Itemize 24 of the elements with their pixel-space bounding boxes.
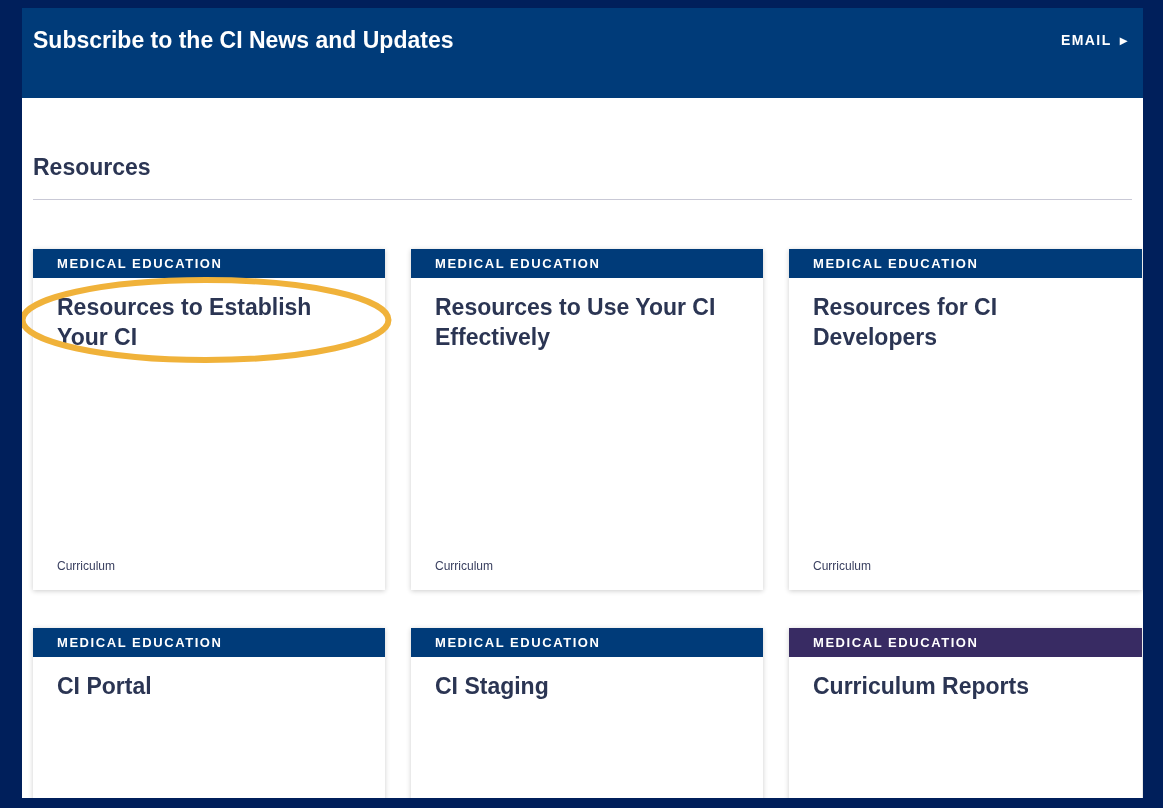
resource-card[interactable]: MEDICAL EDUCATION Curriculum Reports xyxy=(789,628,1142,798)
caret-icon: ▸ xyxy=(1119,30,1128,51)
resource-card[interactable]: MEDICAL EDUCATION CI Portal xyxy=(33,628,385,798)
resource-card[interactable]: MEDICAL EDUCATION Resources to Use Your CI Effectively Curriculum xyxy=(411,249,763,590)
resource-card[interactable]: MEDICAL EDUCATION CI Staging xyxy=(411,628,763,798)
card-title: CI Portal xyxy=(56,672,153,701)
category-tag: MEDICAL EDUCATION xyxy=(789,628,1142,657)
card-title: Resources to Use Your CI Effectively xyxy=(434,293,717,352)
category-tag: MEDICAL EDUCATION xyxy=(789,249,1142,278)
card-footer-label: Curriculum xyxy=(434,558,494,575)
card-title: Resources for CI Developers xyxy=(812,293,999,352)
card-title: Resources to Establish Your CI xyxy=(56,293,313,352)
banner-title: Subscribe to the CI News and Updates xyxy=(33,26,454,54)
email-link[interactable]: EMAIL ▸ xyxy=(1061,30,1128,51)
card-title: CI Staging xyxy=(434,672,550,701)
category-tag: MEDICAL EDUCATION xyxy=(33,628,385,657)
resource-card[interactable]: MEDICAL EDUCATION Resources for CI Developers Curriculum xyxy=(789,249,1142,590)
category-tag: MEDICAL EDUCATION xyxy=(411,249,763,278)
card-footer-label: Curriculum xyxy=(56,558,116,575)
card-title: Curriculum Reports xyxy=(812,672,1030,701)
section-title: Resources xyxy=(33,153,152,181)
category-tag: MEDICAL EDUCATION xyxy=(411,628,763,657)
card-footer-label: Curriculum xyxy=(812,558,872,575)
category-tag: MEDICAL EDUCATION xyxy=(33,249,385,278)
